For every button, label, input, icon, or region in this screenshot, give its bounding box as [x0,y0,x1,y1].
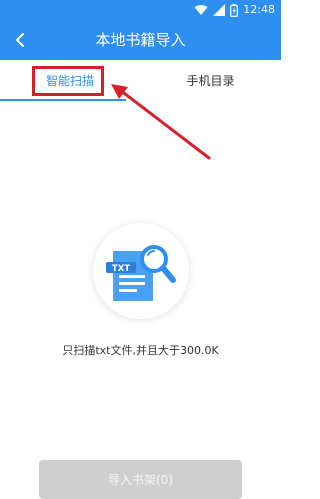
scan-hint-text: 只扫描txt文件,并且大于300.0K [62,344,219,357]
app-header: 12:48 本地书籍导入 [0,0,281,60]
status-icons: 12:48 [194,3,275,17]
battery-icon [230,3,239,17]
annotation-highlight-box [32,66,104,96]
page-title: 本地书籍导入 [95,31,186,49]
signal-icon [213,4,226,16]
txt-badge-label: TXT [112,264,130,274]
txt-file-search-icon: TXT [106,245,176,301]
tab-phone-directory[interactable]: 手机目录 [140,60,281,100]
status-bar: 12:48 [0,0,281,20]
status-time: 12:48 [243,3,275,16]
title-bar: 本地书籍导入 [0,20,281,60]
wifi-icon [194,4,208,15]
screen: 12:48 本地书籍导入 智能扫描 手机目录 TXT 只扫描txt文件,并且大于… [0,0,281,499]
import-to-bookshelf-button[interactable]: 导入书架(0) [39,460,242,499]
tab-active-indicator [0,99,126,101]
empty-state-illustration: TXT [93,223,189,319]
